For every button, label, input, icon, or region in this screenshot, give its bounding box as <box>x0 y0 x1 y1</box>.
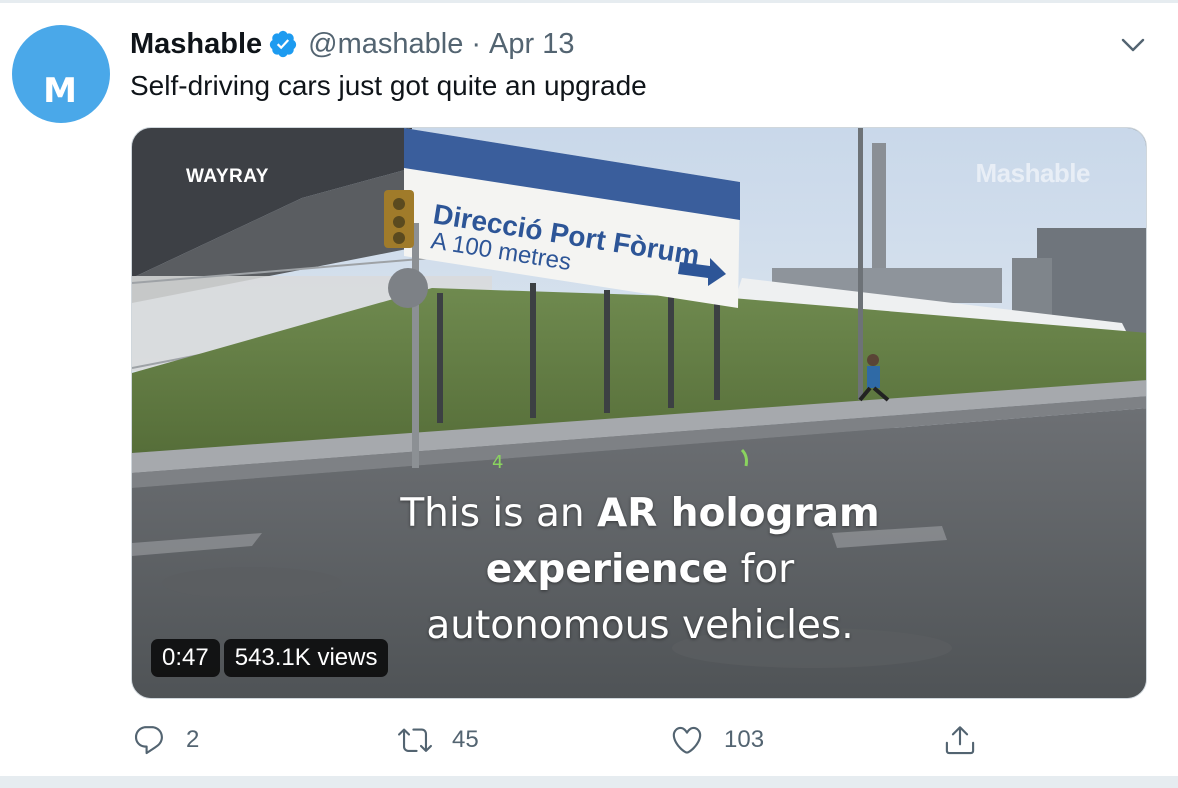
reply-button[interactable]: 2 <box>132 718 199 762</box>
retweet-button[interactable]: 45 <box>398 718 479 762</box>
avatar[interactable]: M <box>12 25 110 123</box>
tweet-date[interactable]: Apr 13 <box>489 28 574 61</box>
caption-line-2-text: for <box>728 547 795 592</box>
video-caption: This is an AR hologram experience for au… <box>132 486 1146 654</box>
video-player[interactable]: Direcció Port Fòrum A 100 metres 4 WAYRA… <box>131 127 1147 699</box>
heart-icon <box>672 726 702 754</box>
caption-line-1-text: This is an <box>400 491 598 536</box>
user-handle[interactable]: @mashable <box>308 28 463 61</box>
video-watermark: Mashable <box>975 158 1091 188</box>
view-count-badge: 543.1K views <box>223 639 389 677</box>
svg-text:4: 4 <box>492 452 503 473</box>
like-button[interactable]: 103 <box>670 718 764 762</box>
retweet-icon <box>398 728 432 752</box>
top-divider <box>0 0 1178 3</box>
chevron-down-icon[interactable] <box>1118 30 1148 60</box>
retweet-count: 45 <box>452 726 479 753</box>
caption-line-1: This is an AR hologram <box>132 486 1146 542</box>
tweet-text: Self-driving cars just got quite an upgr… <box>130 70 647 101</box>
video-badges: 0:47 543.1K views <box>151 639 389 677</box>
reply-count: 2 <box>186 726 200 753</box>
caption-line-1-bold: AR hologram <box>597 491 880 536</box>
caption-line-2: experience for <box>132 542 1146 598</box>
like-count: 103 <box>724 726 765 753</box>
tweet-actions: 2 45 103 <box>0 718 1178 762</box>
share-icon <box>945 726 975 755</box>
separator-dot: · <box>471 27 482 60</box>
overlay-brand: WAYRAY <box>186 166 269 187</box>
avatar-logo-letter: M <box>43 71 77 111</box>
caption-line-2-bold: experience <box>485 547 729 592</box>
bottom-divider <box>0 776 1178 788</box>
tweet-header: Mashable @mashable · Apr 13 <box>130 26 574 62</box>
reply-icon <box>134 726 163 755</box>
verified-badge-icon <box>270 30 297 58</box>
duration-badge: 0:47 <box>151 639 220 677</box>
display-name[interactable]: Mashable <box>130 28 262 61</box>
share-button[interactable] <box>943 718 977 762</box>
